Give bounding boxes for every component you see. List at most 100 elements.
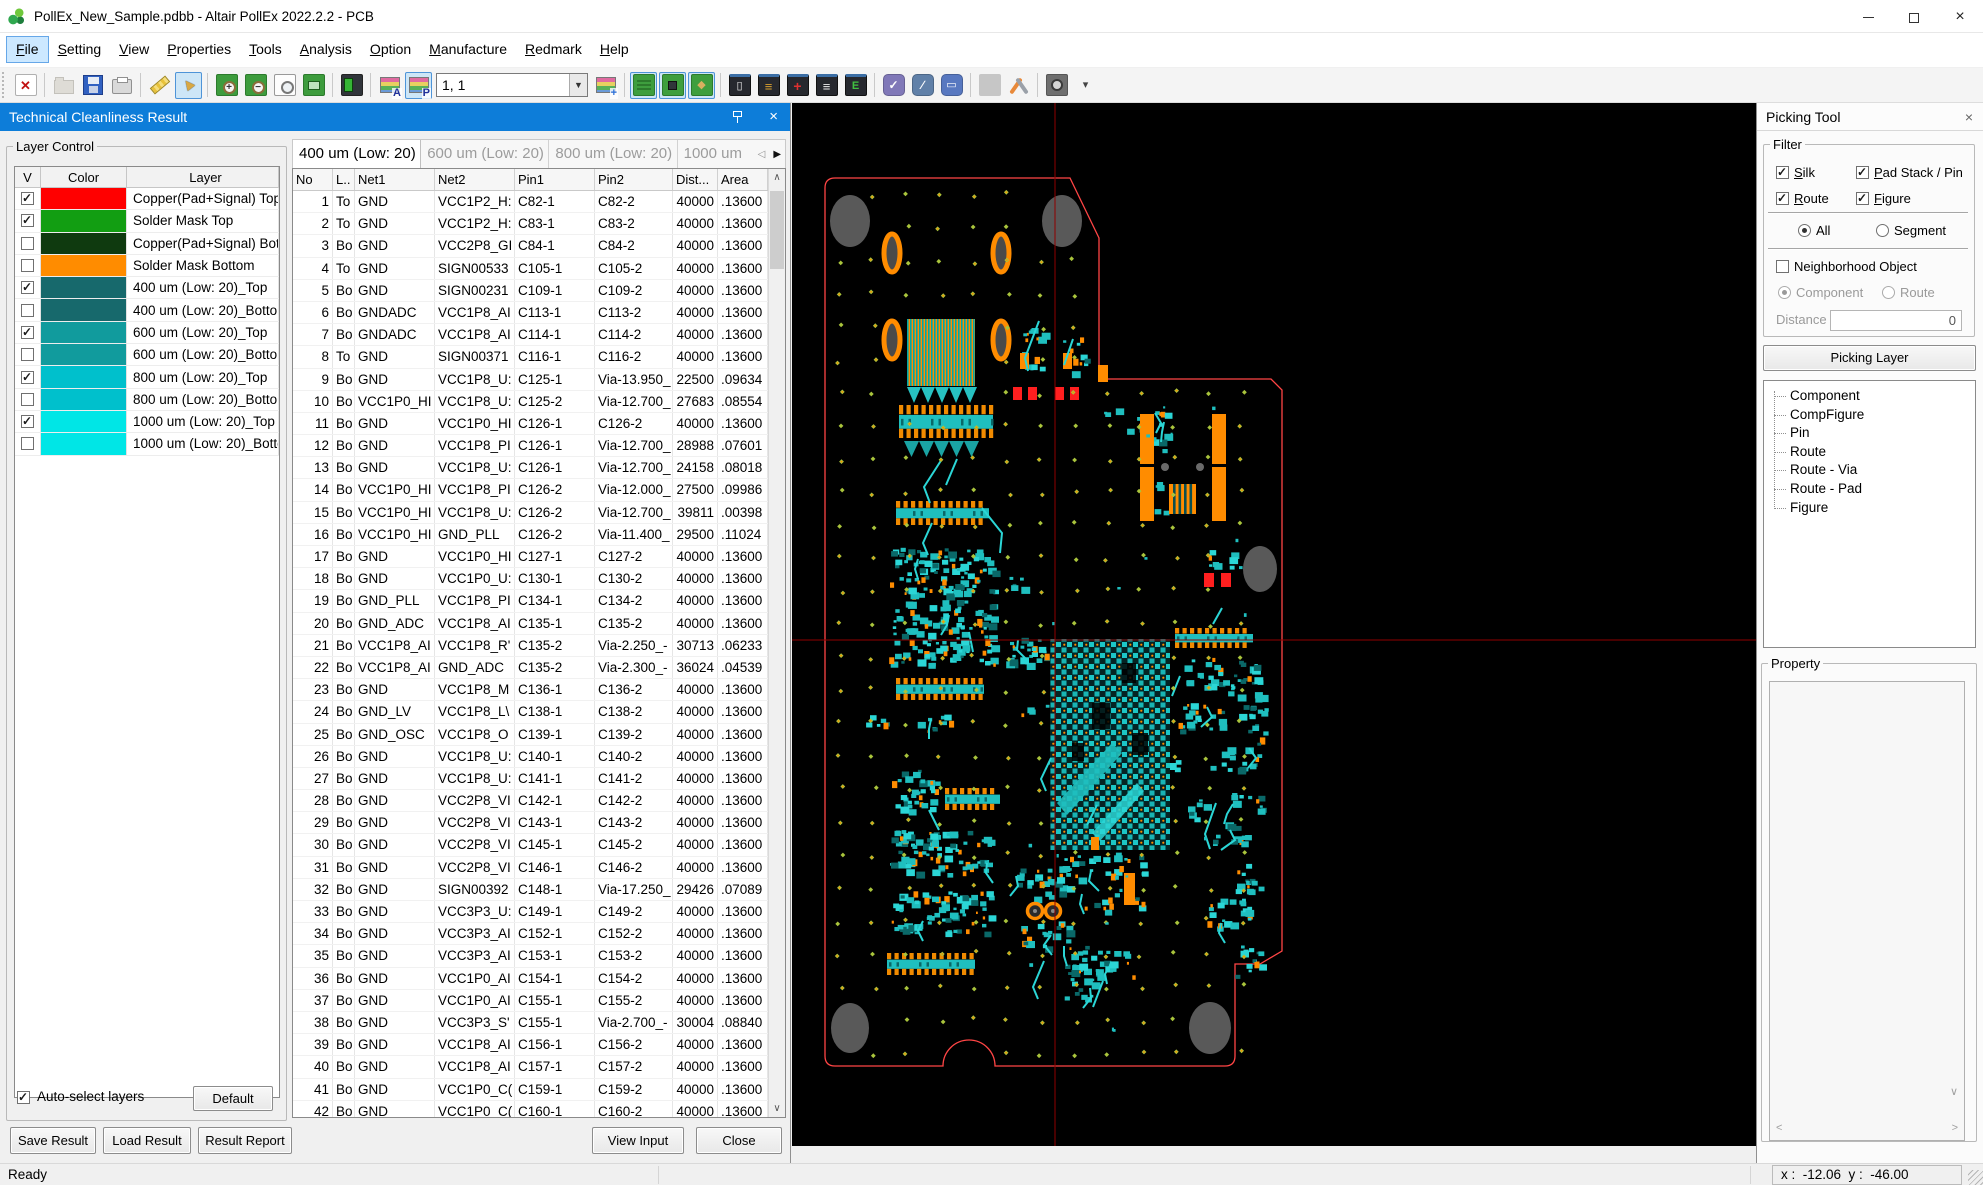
open-folder-button[interactable] <box>50 72 77 99</box>
board-paint-button[interactable]: ◆ <box>688 72 715 99</box>
layer-visibility-checkbox[interactable] <box>21 437 34 450</box>
table-row[interactable]: 32BoGNDSIGN00392C148-1Via-17.250_29426.0… <box>293 879 785 901</box>
column-header-dist[interactable]: Dist... <box>673 169 718 190</box>
mode-radio-segment[interactable]: Segment <box>1876 222 1946 238</box>
layer-color-swatch[interactable] <box>41 255 126 276</box>
table-row[interactable]: 3BoGNDVCC2P8_GIC84-1C84-240000.13600 <box>293 235 785 257</box>
pad-stack-button[interactable]: ≡ <box>755 72 782 99</box>
table-row[interactable]: 10BoVCC1P0_HIVCC1P8_U:C125-2Via-12.700_2… <box>293 391 785 413</box>
radio[interactable] <box>1798 224 1811 237</box>
scroll-down-icon[interactable]: ∨ <box>769 1103 785 1114</box>
tools-button[interactable] <box>1005 72 1032 99</box>
table-row[interactable]: 24BoGND_LVVCC1P8_L\C138-1C138-240000.136… <box>293 701 785 723</box>
scroll-right-icon[interactable]: > <box>1952 1122 1958 1134</box>
table-row[interactable]: 12BoGNDVCC1P8_PIC126-1Via-12.700_28988.0… <box>293 435 785 457</box>
layer-settings-button[interactable]: + <box>592 72 619 99</box>
checkbox[interactable] <box>1856 192 1869 205</box>
tree-item-routevia[interactable]: Route - Via <box>1770 461 1975 480</box>
layer-visibility-checkbox[interactable] <box>21 371 34 384</box>
menu-item-tools[interactable]: Tools <box>240 36 291 63</box>
close-button[interactable]: × <box>1937 0 1983 33</box>
close-dialog-button[interactable]: Close <box>696 1127 782 1154</box>
radio[interactable] <box>1876 224 1889 237</box>
tab-scroll-left-icon[interactable]: ◁ <box>758 149 766 160</box>
save-button[interactable] <box>79 72 106 99</box>
table-row[interactable]: 37BoGNDVCC1P0_AIC155-1C155-240000.13600 <box>293 990 785 1012</box>
layer-visibility-checkbox[interactable] <box>21 281 34 294</box>
table-row[interactable]: 21BoVCC1P8_AIVCC1P8_R'C135-2Via-2.250_-3… <box>293 635 785 657</box>
table-row[interactable]: 15BoVCC1P0_HIVCC1P8_U:C126-2Via-12.700_3… <box>293 502 785 524</box>
layer-visibility-checkbox[interactable] <box>21 259 34 272</box>
table-row[interactable]: 28BoGNDVCC2P8_VIC142-1C142-240000.13600 <box>293 790 785 812</box>
filter-checkbox-figure[interactable]: Figure <box>1856 190 1911 206</box>
layer-color-swatch[interactable] <box>41 389 126 410</box>
column-header-net1[interactable]: Net1 <box>355 169 435 190</box>
table-row[interactable]: 18BoGNDVCC1P0_U:C130-1C130-240000.13600 <box>293 568 785 590</box>
table-row[interactable]: 11BoGNDVCC1P0_HIC126-1C126-240000.13600 <box>293 413 785 435</box>
layer-visibility-checkbox[interactable] <box>21 348 34 361</box>
filter-checkbox-silk[interactable]: Silk <box>1776 164 1815 180</box>
layer-visibility-checkbox[interactable] <box>21 192 34 205</box>
layer-row[interactable]: 1000 um (Low: 20)_Top <box>15 411 279 433</box>
neighborhood-object-checkbox[interactable]: Neighborhood Object <box>1776 258 1917 274</box>
menu-item-manufacture[interactable]: Manufacture <box>420 36 516 63</box>
table-row[interactable]: 17BoGNDVCC1P0_HIC127-1C127-240000.13600 <box>293 546 785 568</box>
layer-color-swatch[interactable] <box>41 233 126 254</box>
checkbox[interactable] <box>1856 166 1869 179</box>
table-row[interactable]: 31BoGNDVCC2P8_VIC146-1C146-240000.13600 <box>293 857 785 879</box>
menu-item-help[interactable]: Help <box>591 36 638 63</box>
layer-row[interactable]: 800 um (Low: 20)_Top <box>15 366 279 388</box>
zoom-out-button[interactable]: − <box>242 72 269 99</box>
resize-grip[interactable] <box>1968 1170 1983 1185</box>
layer-row[interactable]: 400 um (Low: 20)_Bottom <box>15 299 279 321</box>
column-header-pin1[interactable]: Pin1 <box>515 169 595 190</box>
table-row[interactable]: 36BoGNDVCC1P0_AIC154-1C154-240000.13600 <box>293 968 785 990</box>
table-row[interactable]: 20BoGND_ADCVCC1P8_AIC135-1C135-240000.13… <box>293 613 785 635</box>
close-document-button[interactable]: ✕ <box>12 72 39 99</box>
table-row[interactable]: 19BoGND_PLLVCC1P8_PIC134-1C134-240000.13… <box>293 590 785 612</box>
layer-select-combo[interactable]: 1, 1▼ <box>436 73 588 97</box>
table-row[interactable]: 42BoGNDVCC1P0_C(C160-1C160-240000.13600 <box>293 1101 785 1118</box>
layer-row[interactable]: Solder Mask Top <box>15 210 279 232</box>
property-list[interactable]: ∨ < > <box>1769 681 1965 1141</box>
layer-color-swatch[interactable] <box>41 188 126 209</box>
tree-item-figure[interactable]: Figure <box>1770 499 1975 518</box>
part-list-button[interactable]: ≡ <box>813 72 840 99</box>
placeholder-button[interactable] <box>976 72 1003 99</box>
scroll-up-icon[interactable]: ∧ <box>769 172 785 183</box>
tree-item-compfigure[interactable]: CompFigure <box>1770 406 1975 425</box>
layer-visibility-checkbox[interactable] <box>21 415 34 428</box>
board-view-button[interactable] <box>338 72 365 99</box>
capture-button[interactable] <box>1043 72 1070 99</box>
column-header-net2[interactable]: Net2 <box>435 169 515 190</box>
table-row[interactable]: 29BoGNDVCC2P8_VIC143-1C143-240000.13600 <box>293 812 785 834</box>
layer-color-swatch[interactable] <box>41 210 126 231</box>
table-row[interactable]: 40BoGNDVCC1P8_AIC157-1C157-240000.13600 <box>293 1056 785 1078</box>
table-row[interactable]: 7BoGNDADCVCC1P8_AIC114-1C114-240000.1360… <box>293 324 785 346</box>
layer-color-swatch[interactable] <box>41 411 126 432</box>
table-row[interactable]: 22BoVCC1P8_AIGND_ADCC135-2Via-2.300_-360… <box>293 657 785 679</box>
layer-visibility-checkbox[interactable] <box>21 214 34 227</box>
menu-item-setting[interactable]: Setting <box>49 36 111 63</box>
menu-item-view[interactable]: View <box>110 36 158 63</box>
table-row[interactable]: 23BoGNDVCC1P8_MC136-1C136-240000.13600 <box>293 679 785 701</box>
layer-row[interactable]: 400 um (Low: 20)_Top <box>15 277 279 299</box>
menu-item-properties[interactable]: Properties <box>158 36 240 63</box>
scroll-down-icon[interactable]: ∨ <box>1950 1085 1958 1098</box>
layer-color-swatch[interactable] <box>41 277 126 298</box>
chevron-down-icon[interactable]: ▼ <box>569 74 587 96</box>
layer-color-swatch[interactable] <box>41 299 126 320</box>
save-result-button[interactable]: Save Result <box>10 1127 96 1154</box>
axis-view-button[interactable]: + <box>784 72 811 99</box>
column-header-no[interactable]: No <box>293 169 333 190</box>
table-row[interactable]: 35BoGNDVCC3P3_AIC153-1C153-240000.13600 <box>293 945 785 967</box>
table-row[interactable]: 6BoGNDADCVCC1P8_AIC113-1C113-240000.1360… <box>293 302 785 324</box>
menu-item-option[interactable]: Option <box>361 36 420 63</box>
tab-1000um[interactable]: 1000 um <box>678 140 750 168</box>
more-button[interactable]: ▾ <box>1072 72 1099 99</box>
measure-button[interactable] <box>146 72 173 99</box>
table-row[interactable]: 16BoVCC1P0_HIGND_PLLC126-2Via-11.400_295… <box>293 524 785 546</box>
layer-row[interactable]: Solder Mask Bottom <box>15 255 279 277</box>
filter-checkbox-padstackpin[interactable]: Pad Stack / Pin <box>1856 164 1963 180</box>
checkbox[interactable] <box>1776 260 1789 273</box>
